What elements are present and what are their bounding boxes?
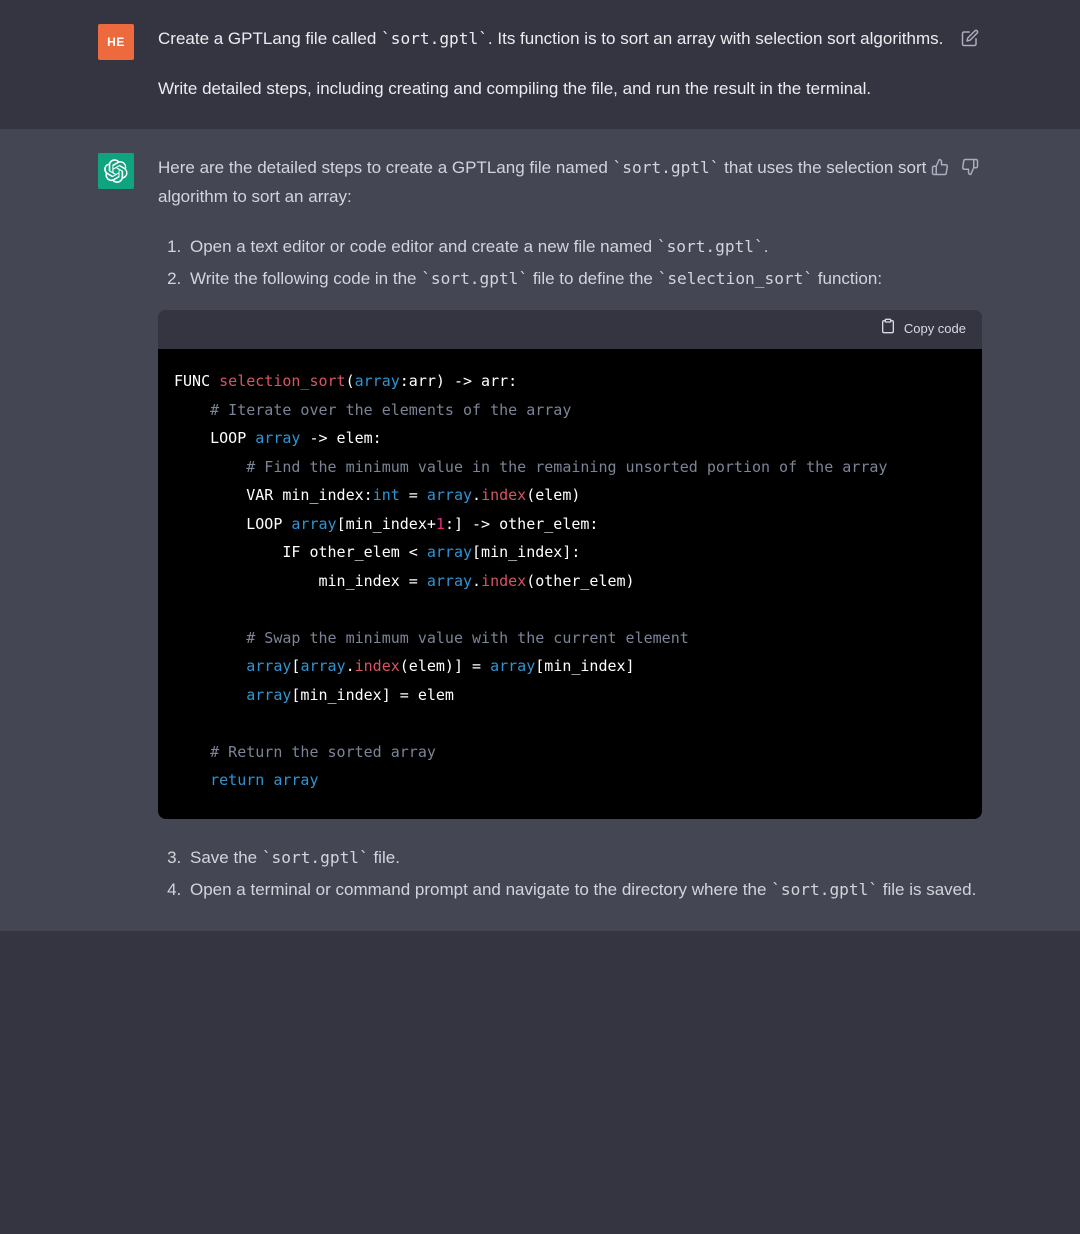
code-token: LOOP	[174, 429, 255, 447]
code-token: LOOP	[174, 515, 291, 533]
code-token: .	[472, 486, 481, 504]
code-token: array	[355, 372, 400, 390]
step-text: file.	[369, 848, 400, 867]
inline-code: sort.gptl	[421, 269, 528, 288]
code-token: index	[481, 572, 526, 590]
inline-code: sort.gptl	[262, 848, 369, 867]
step-text: function:	[813, 269, 882, 288]
step-text: Write the following code in the	[190, 269, 421, 288]
code-token: array	[255, 429, 300, 447]
edit-icon[interactable]	[960, 28, 980, 48]
assistant-message-content: Here are the detailed steps to create a …	[158, 153, 982, 907]
code-token: [min_index]	[535, 657, 634, 675]
code-token: array	[427, 572, 472, 590]
code-token: array	[427, 543, 472, 561]
code-token: index	[355, 657, 400, 675]
code-token: (other_elem)	[526, 572, 634, 590]
user-text: Create a GPTLang file called	[158, 29, 381, 48]
user-avatar: HE	[98, 24, 134, 60]
code-token: (elem)] =	[400, 657, 490, 675]
code-token: :] -> other_elem:	[445, 515, 599, 533]
inline-code: selection_sort	[658, 269, 813, 288]
code-token	[264, 771, 273, 789]
step-text: .	[764, 237, 769, 256]
list-item: Open a terminal or command prompt and na…	[186, 875, 982, 905]
list-item: Write the following code in the sort.gpt…	[186, 264, 982, 294]
code-token: index	[481, 486, 526, 504]
code-token: [min_index+	[337, 515, 436, 533]
code-token: array	[246, 657, 291, 675]
thumbs-up-icon[interactable]	[930, 157, 950, 177]
inline-code: sort.gptl	[771, 880, 878, 899]
code-token	[174, 686, 246, 704]
code-token: (elem)	[526, 486, 580, 504]
code-token	[174, 771, 210, 789]
code-token: .	[346, 657, 355, 675]
code-token: 1	[436, 515, 445, 533]
assistant-avatar	[98, 153, 134, 189]
code-token: [min_index] = elem	[291, 686, 454, 704]
code-token: array	[246, 686, 291, 704]
step-text: Open a terminal or command prompt and na…	[190, 880, 771, 899]
code-token: array	[291, 515, 336, 533]
code-token: :arr) -> arr:	[400, 372, 517, 390]
user-message-content: Create a GPTLang file called sort.gptl. …	[158, 24, 982, 104]
code-token: int	[373, 486, 400, 504]
step-text: Save the	[190, 848, 262, 867]
inline-code: sort.gptl	[381, 29, 488, 48]
steps-list: Open a text editor or code editor and cr…	[158, 232, 982, 294]
code-token: array	[490, 657, 535, 675]
user-message-row: HE Create a GPTLang file called sort.gpt…	[0, 0, 1080, 129]
code-token: return	[210, 771, 264, 789]
clipboard-icon	[880, 318, 896, 342]
code-block-header: Copy code	[158, 310, 982, 350]
code-token: array	[273, 771, 318, 789]
code-token: VAR min_index:	[174, 486, 373, 504]
code-comment: # Return the sorted array	[174, 743, 436, 761]
code-token: (	[346, 372, 355, 390]
code-token: array	[427, 486, 472, 504]
code-block-body: FUNC selection_sort(array:arr) -> arr: #…	[158, 349, 982, 819]
code-block: Copy code FUNC selection_sort(array:arr)…	[158, 310, 982, 819]
list-item: Save the sort.gptl file.	[186, 843, 982, 873]
step-text: file to define the	[528, 269, 657, 288]
user-text: . Its function is to sort an array with …	[488, 29, 943, 48]
code-token: min_index =	[174, 572, 427, 590]
code-token: selection_sort	[219, 372, 345, 390]
assistant-text: Here are the detailed steps to create a …	[158, 158, 613, 177]
code-comment: # Find the minimum value in the remainin…	[174, 458, 887, 476]
copy-code-label: Copy code	[904, 318, 966, 341]
list-item: Open a text editor or code editor and cr…	[186, 232, 982, 262]
inline-code: sort.gptl	[657, 237, 764, 256]
code-token: =	[400, 486, 427, 504]
copy-code-button[interactable]: Copy code	[880, 318, 966, 342]
code-token: .	[472, 572, 481, 590]
steps-list-continued: Save the sort.gptl file. Open a terminal…	[158, 843, 982, 905]
step-text: Open a text editor or code editor and cr…	[190, 237, 657, 256]
code-token: IF other_elem <	[174, 543, 427, 561]
step-text: file is saved.	[878, 880, 976, 899]
code-token: array	[300, 657, 345, 675]
code-comment: # Swap the minimum value with the curren…	[174, 629, 689, 647]
code-token: FUNC	[174, 372, 219, 390]
thumbs-down-icon[interactable]	[960, 157, 980, 177]
code-token: -> elem:	[300, 429, 381, 447]
user-text: Write detailed steps, including creating…	[158, 74, 982, 104]
inline-code: sort.gptl	[613, 158, 720, 177]
code-token: [min_index]:	[472, 543, 580, 561]
assistant-message-row: Here are the detailed steps to create a …	[0, 129, 1080, 932]
code-token	[174, 657, 246, 675]
code-comment: # Iterate over the elements of the array	[174, 401, 571, 419]
